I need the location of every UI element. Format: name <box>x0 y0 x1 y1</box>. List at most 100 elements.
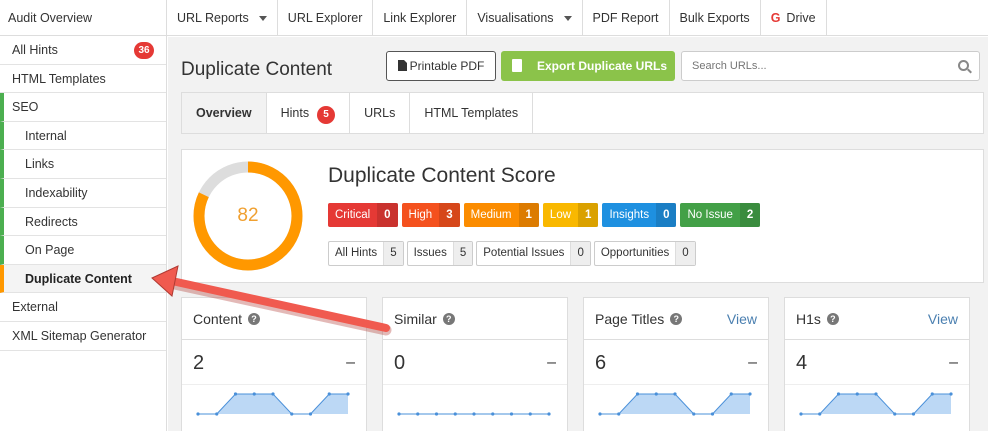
severity-high[interactable]: High 3 <box>401 203 460 227</box>
nav-pdf-report[interactable]: PDF Report <box>583 0 670 36</box>
card-header: H1s? View <box>785 298 969 340</box>
audit-overview-link[interactable]: Audit Overview <box>0 0 167 36</box>
page-title: Duplicate Content <box>181 59 333 80</box>
sidebar-item-html-templates[interactable]: HTML Templates <box>0 65 166 94</box>
severity-critical[interactable]: Critical 0 <box>328 203 398 227</box>
sparkline-point <box>635 392 640 396</box>
sparkline <box>397 412 551 416</box>
sidebar-item-redirects[interactable]: Redirects <box>0 207 166 237</box>
sparkline-area <box>198 394 348 414</box>
hint-type-count: 0 <box>570 242 590 265</box>
nav-link-explorer[interactable]: Link Explorer <box>373 0 468 36</box>
sparkline-point <box>215 412 219 416</box>
hint-type-label: Issues <box>413 247 447 259</box>
sparkline-point <box>346 392 350 396</box>
sparkline-point <box>271 392 275 396</box>
hint-type-potential-issues[interactable]: Potential Issues 0 <box>476 241 591 266</box>
card-header: Page Titles? View <box>584 298 768 340</box>
sidebar-item-links[interactable]: Links <box>0 150 166 179</box>
hint-type-issues[interactable]: Issues 5 <box>406 241 474 266</box>
card-header: Similar? <box>383 298 567 340</box>
sparkline-point <box>472 412 476 416</box>
nav-drive[interactable]: G Drive <box>761 0 827 36</box>
trend-indicator: – <box>547 354 556 371</box>
sidebar-item-label: Duplicate Content <box>25 271 132 286</box>
score-title: Duplicate Content Score <box>328 164 556 187</box>
sidebar-item-all-hints[interactable]: All Hints 36 <box>0 36 166 65</box>
sidebar-item-duplicate-content[interactable]: Duplicate Content <box>0 264 166 294</box>
sidebar-item-label: Links <box>25 157 55 172</box>
card-title-text: Similar <box>394 310 437 327</box>
severity-medium[interactable]: Medium 1 <box>463 203 539 227</box>
hint-type-count: 0 <box>675 242 695 265</box>
sparkline-point <box>434 412 439 416</box>
severity-count: 2 <box>739 203 761 227</box>
sidebar-item-label: On Page <box>25 243 75 258</box>
card-page-titles: Page Titles? View 6 – <box>583 297 769 431</box>
tab-label: Overview <box>196 106 252 120</box>
severity-insights[interactable]: Insights 0 <box>602 203 677 227</box>
hint-type-label: Opportunities <box>600 247 670 259</box>
help-icon[interactable]: ? <box>442 312 455 325</box>
sparkline-point <box>491 412 495 416</box>
sidebar-item-internal[interactable]: Internal <box>0 121 166 151</box>
severity-no-issue[interactable]: No Issue 2 <box>680 203 761 227</box>
hint-type-opportunities[interactable]: Opportunities 0 <box>593 241 696 266</box>
sparkline-point <box>799 412 803 416</box>
card-similar: Similar? 0 – <box>382 297 568 431</box>
severity-label: High <box>408 209 433 221</box>
sidebar-item-external[interactable]: External <box>0 293 166 322</box>
sidebar-item-label: Internal <box>25 128 67 143</box>
hint-type-label: All Hints <box>335 247 378 259</box>
google-g-icon: G <box>770 11 781 25</box>
export-duplicate-urls-button[interactable]: Export Duplicate URLs <box>501 51 675 81</box>
printable-pdf-button[interactable]: Printable PDF <box>386 51 496 81</box>
severity-label: Insights <box>609 209 650 221</box>
sparkline-point <box>710 412 715 416</box>
tab-html-templates[interactable]: HTML Templates <box>410 93 534 133</box>
severity-label: Low <box>549 209 572 221</box>
search-input[interactable] <box>682 52 942 80</box>
nav-url-reports[interactable]: URL Reports <box>167 0 278 36</box>
sidebar-item-label: Indexability <box>25 185 88 200</box>
sparkline-point <box>308 412 313 416</box>
tab-urls[interactable]: URLs <box>350 93 411 133</box>
tab-overview[interactable]: Overview <box>182 93 267 133</box>
trend-indicator: – <box>949 354 958 371</box>
tab-label: URLs <box>364 106 396 120</box>
view-link[interactable]: View <box>928 311 958 327</box>
sparkline-point <box>397 412 401 416</box>
caret-down-icon <box>563 16 572 22</box>
nav-label: URL Reports <box>177 11 249 25</box>
sidebar-item-seo[interactable]: SEO <box>0 93 166 122</box>
hint-type-all-hints[interactable]: All Hints 5 <box>328 241 404 266</box>
card-title-text: Content <box>193 310 243 327</box>
help-icon[interactable]: ? <box>670 312 683 325</box>
sidebar: All Hints 36 HTML Templates SEO Internal … <box>0 36 167 431</box>
card-value: 6 <box>595 352 607 374</box>
sidebar-item-on-page[interactable]: On Page <box>0 236 166 265</box>
nav-bulk-exports[interactable]: Bulk Exports <box>670 0 761 36</box>
button-label: Export Duplicate URLs <box>537 59 668 73</box>
tab-label: Hints <box>280 106 310 120</box>
sidebar-item-xml-sitemap-generator[interactable]: XML Sitemap Generator <box>0 322 166 351</box>
hint-type-count: 5 <box>383 242 403 265</box>
severity-count: 1 <box>578 203 599 227</box>
sparkline-point <box>930 392 934 396</box>
card-value: 4 <box>796 352 808 374</box>
help-icon[interactable]: ? <box>826 312 839 325</box>
severity-low[interactable]: Low 1 <box>542 203 599 227</box>
sparkline-point <box>836 392 841 396</box>
sidebar-item-indexability[interactable]: Indexability <box>0 178 166 208</box>
tab-hints[interactable]: Hints 5 <box>267 93 351 133</box>
nav-url-explorer[interactable]: URL Explorer <box>278 0 374 36</box>
nav-visualisations[interactable]: Visualisations <box>467 0 583 36</box>
sparkline-point <box>233 392 238 396</box>
sparkline-point <box>949 392 953 396</box>
view-link[interactable]: View <box>727 311 757 327</box>
hint-type-count: 5 <box>452 242 473 265</box>
help-icon[interactable]: ? <box>248 312 261 325</box>
hint-count-badge: 36 <box>134 42 154 59</box>
sparkline <box>799 392 953 416</box>
search-icon[interactable] <box>958 60 969 71</box>
